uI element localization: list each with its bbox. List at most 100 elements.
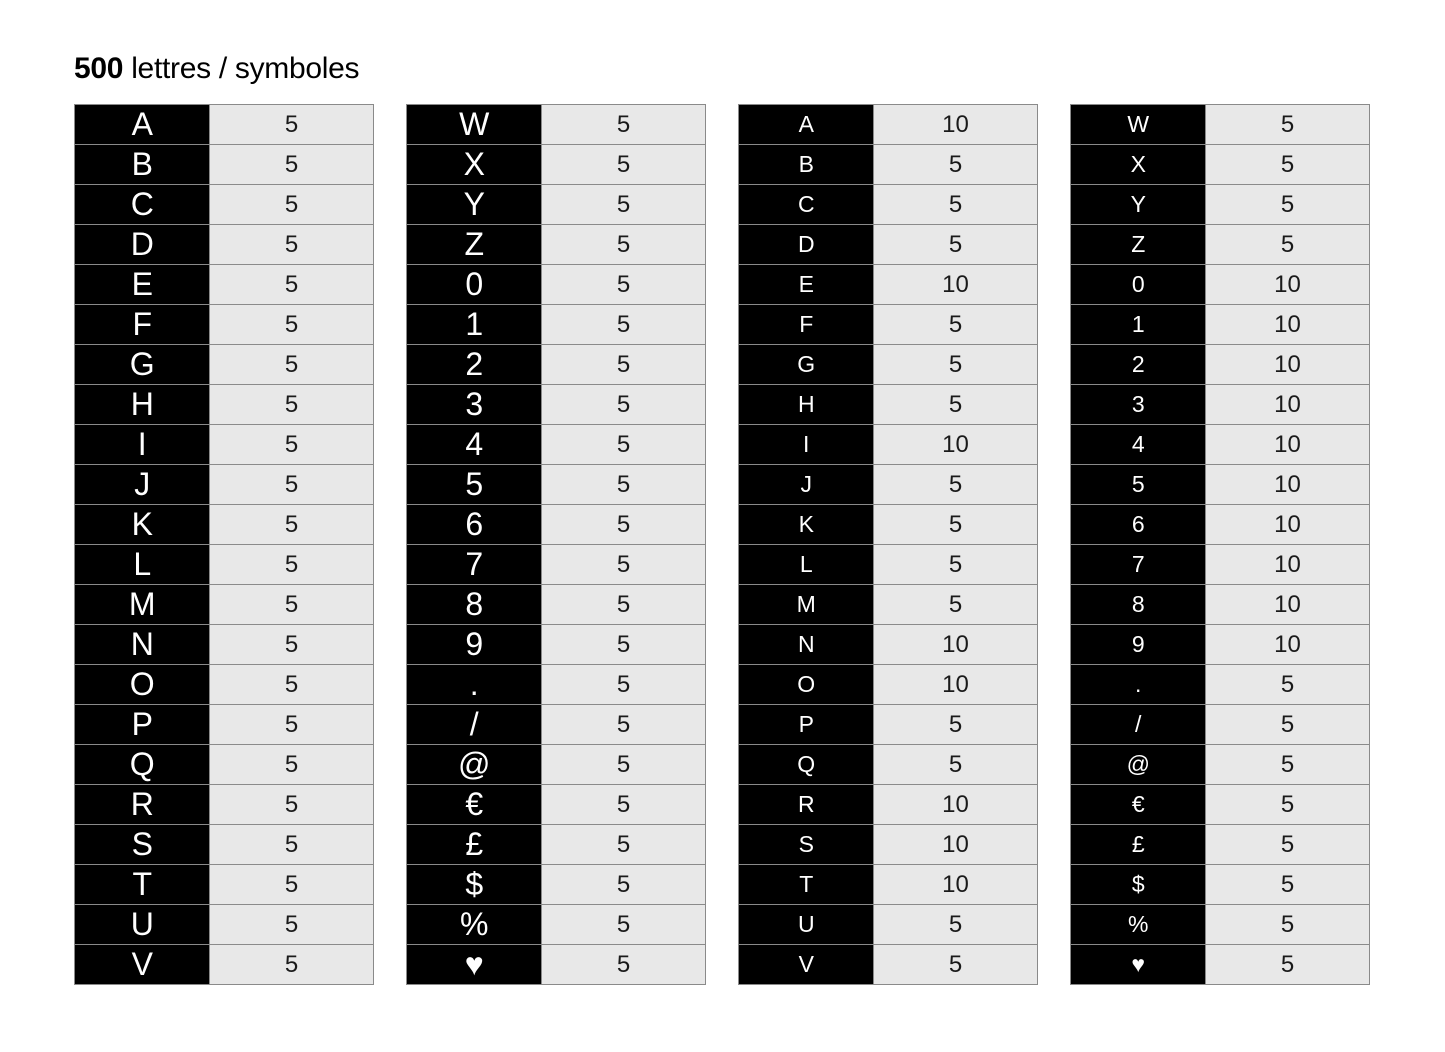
quantity-cell: 5 bbox=[210, 945, 373, 984]
symbol-cell: % bbox=[1071, 905, 1206, 944]
quantity-cell: 5 bbox=[210, 105, 373, 144]
quantity-cell: 5 bbox=[874, 905, 1037, 944]
symbol-row: O10 bbox=[739, 665, 1037, 704]
symbol-cell: Y bbox=[1071, 185, 1206, 224]
quantity-cell: 5 bbox=[210, 265, 373, 304]
symbol-cell: R bbox=[75, 785, 210, 824]
symbol-cell: A bbox=[75, 105, 210, 144]
quantity-cell: 5 bbox=[542, 305, 705, 344]
symbol-row: .5 bbox=[1071, 665, 1369, 704]
symbol-column: A10B5C5D5E10F5G5H5I10J5K5L5M5N10O10P5Q5R… bbox=[738, 104, 1038, 985]
quantity-cell: 5 bbox=[210, 505, 373, 544]
symbol-row: M5 bbox=[739, 585, 1037, 624]
symbol-cell: ♥ bbox=[407, 945, 542, 984]
symbol-row: V5 bbox=[75, 945, 373, 984]
symbol-row: V5 bbox=[739, 945, 1037, 984]
symbol-cell: I bbox=[75, 425, 210, 464]
symbol-cell: Z bbox=[1071, 225, 1206, 264]
quantity-cell: 5 bbox=[1206, 705, 1369, 744]
symbol-row: /5 bbox=[1071, 705, 1369, 744]
symbol-row: Y5 bbox=[407, 185, 705, 224]
symbol-row: G5 bbox=[75, 345, 373, 384]
quantity-cell: 5 bbox=[874, 705, 1037, 744]
symbol-column: W5X5Y5Z505152535455565758595.5/5@5€5£5$5… bbox=[406, 104, 706, 985]
symbol-row: @5 bbox=[407, 745, 705, 784]
symbol-row: B5 bbox=[739, 145, 1037, 184]
symbol-row: Y5 bbox=[1071, 185, 1369, 224]
quantity-cell: 5 bbox=[542, 665, 705, 704]
symbol-cell: C bbox=[75, 185, 210, 224]
quantity-cell: 5 bbox=[1206, 905, 1369, 944]
quantity-cell: 10 bbox=[874, 425, 1037, 464]
symbol-cell: M bbox=[75, 585, 210, 624]
symbol-row: N5 bbox=[75, 625, 373, 664]
quantity-cell: 5 bbox=[210, 625, 373, 664]
symbol-row: 35 bbox=[407, 385, 705, 424]
quantity-cell: 5 bbox=[210, 305, 373, 344]
quantity-cell: 5 bbox=[874, 505, 1037, 544]
symbol-cell: 6 bbox=[1071, 505, 1206, 544]
symbol-cell: X bbox=[1071, 145, 1206, 184]
symbol-cell: F bbox=[739, 305, 874, 344]
symbol-row: .5 bbox=[407, 665, 705, 704]
symbol-cell: / bbox=[1071, 705, 1206, 744]
symbol-cell: 2 bbox=[1071, 345, 1206, 384]
symbol-row: 510 bbox=[1071, 465, 1369, 504]
symbol-cell: L bbox=[75, 545, 210, 584]
symbol-cell: Z bbox=[407, 225, 542, 264]
quantity-cell: 5 bbox=[542, 745, 705, 784]
symbol-cell: . bbox=[1071, 665, 1206, 704]
quantity-cell: 5 bbox=[874, 145, 1037, 184]
symbol-cell: % bbox=[407, 905, 542, 944]
quantity-cell: 5 bbox=[210, 225, 373, 264]
symbol-cell: J bbox=[739, 465, 874, 504]
quantity-cell: 10 bbox=[874, 865, 1037, 904]
symbol-cell: N bbox=[739, 625, 874, 664]
symbol-row: £5 bbox=[1071, 825, 1369, 864]
quantity-cell: 5 bbox=[210, 745, 373, 784]
symbol-cell: 1 bbox=[407, 305, 542, 344]
quantity-cell: 10 bbox=[1206, 385, 1369, 424]
symbol-row: D5 bbox=[739, 225, 1037, 264]
symbol-row: C5 bbox=[75, 185, 373, 224]
symbol-row: £5 bbox=[407, 825, 705, 864]
quantity-cell: 10 bbox=[1206, 465, 1369, 504]
symbol-row: H5 bbox=[739, 385, 1037, 424]
quantity-cell: 5 bbox=[874, 225, 1037, 264]
symbol-cell: 7 bbox=[1071, 545, 1206, 584]
quantity-cell: 5 bbox=[542, 105, 705, 144]
symbol-cell: P bbox=[75, 705, 210, 744]
symbol-cell: 5 bbox=[1071, 465, 1206, 504]
symbol-row: @5 bbox=[1071, 745, 1369, 784]
symbol-row: Z5 bbox=[1071, 225, 1369, 264]
symbol-cell: H bbox=[75, 385, 210, 424]
symbol-row: $5 bbox=[1071, 865, 1369, 904]
symbol-cell: 5 bbox=[407, 465, 542, 504]
symbol-row: E10 bbox=[739, 265, 1037, 304]
symbol-cell: 7 bbox=[407, 545, 542, 584]
quantity-cell: 5 bbox=[542, 905, 705, 944]
symbol-cell: D bbox=[739, 225, 874, 264]
symbol-cell: O bbox=[739, 665, 874, 704]
symbol-cell: . bbox=[407, 665, 542, 704]
symbol-row: Q5 bbox=[75, 745, 373, 784]
quantity-cell: 5 bbox=[210, 905, 373, 944]
symbol-cell: 0 bbox=[1071, 265, 1206, 304]
symbol-row: K5 bbox=[75, 505, 373, 544]
symbol-cell: 3 bbox=[407, 385, 542, 424]
symbol-cell: T bbox=[739, 865, 874, 904]
quantity-cell: 10 bbox=[874, 825, 1037, 864]
symbol-row: /5 bbox=[407, 705, 705, 744]
quantity-cell: 5 bbox=[542, 265, 705, 304]
page-root: 500 lettres / symboles A5B5C5D5E5F5G5H5I… bbox=[0, 0, 1445, 1037]
quantity-cell: 5 bbox=[1206, 865, 1369, 904]
symbol-cell: S bbox=[739, 825, 874, 864]
symbol-row: 15 bbox=[407, 305, 705, 344]
quantity-cell: 5 bbox=[210, 145, 373, 184]
symbol-cell: I bbox=[739, 425, 874, 464]
quantity-cell: 5 bbox=[210, 825, 373, 864]
quantity-cell: 5 bbox=[542, 385, 705, 424]
symbol-cell: B bbox=[739, 145, 874, 184]
symbol-cell: 6 bbox=[407, 505, 542, 544]
symbol-row: 710 bbox=[1071, 545, 1369, 584]
